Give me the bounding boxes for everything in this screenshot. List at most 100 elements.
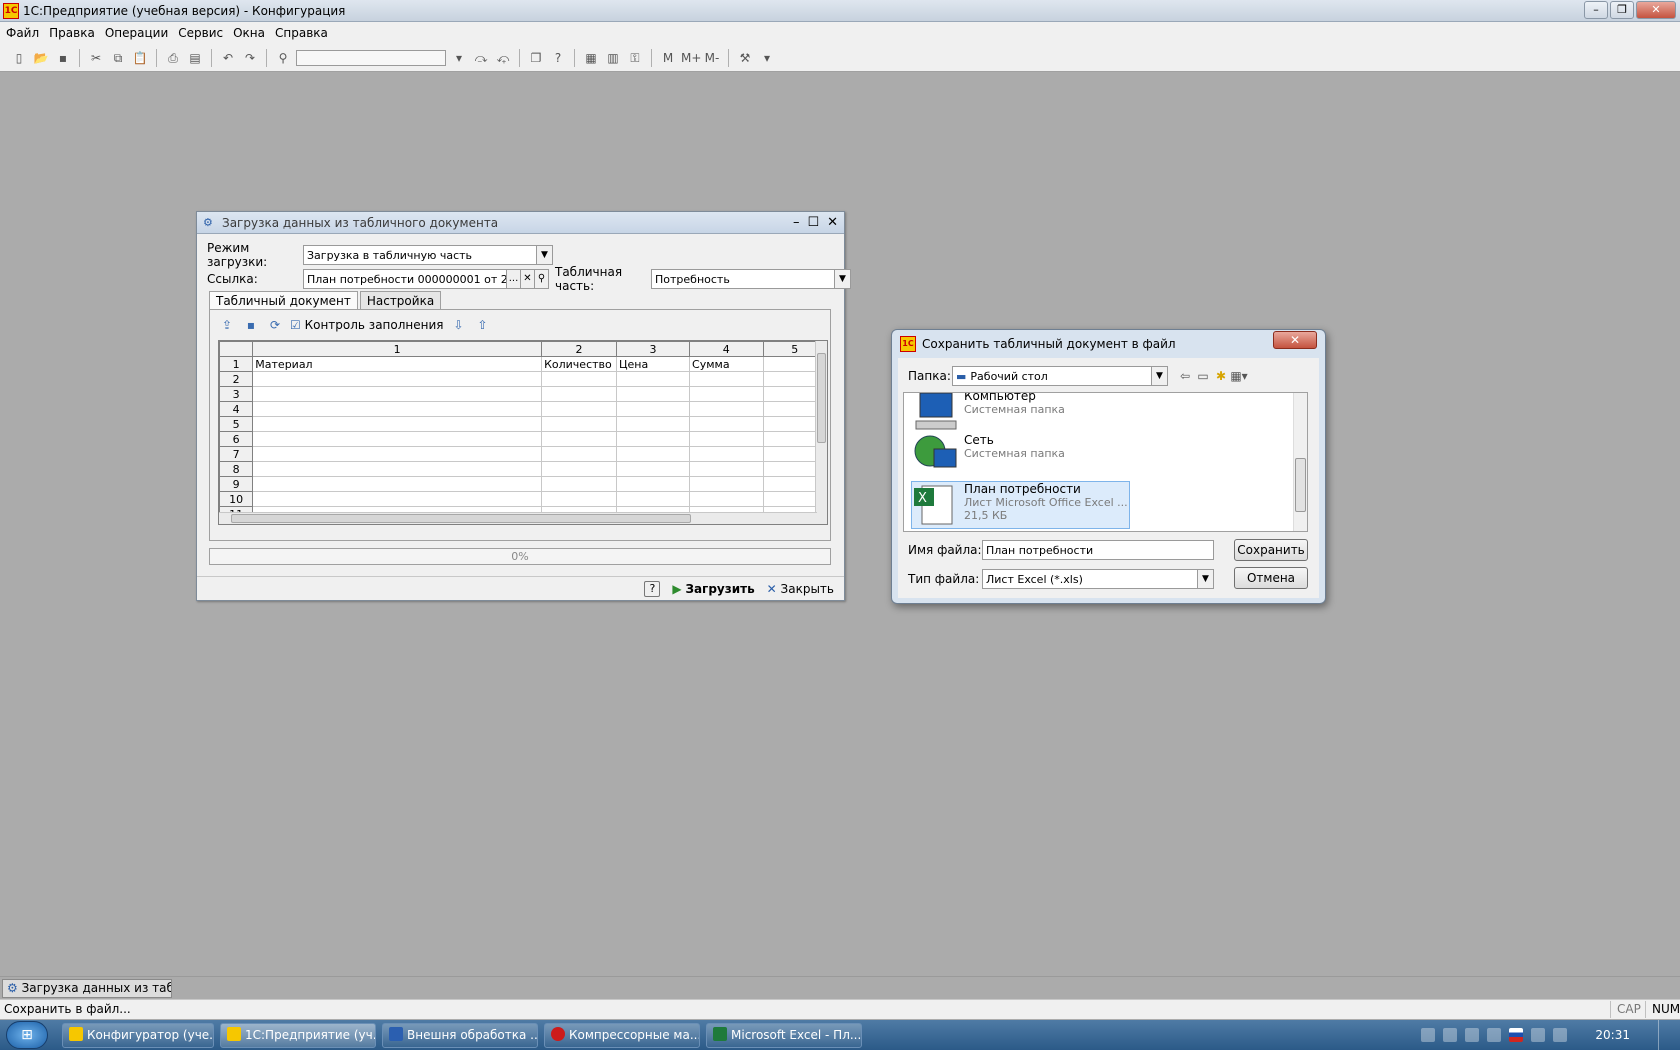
- save-button[interactable]: Сохранить: [1234, 539, 1308, 561]
- task-opera[interactable]: Компрессорные ма...: [544, 1023, 700, 1048]
- key-icon[interactable]: ⚿: [626, 49, 644, 67]
- table-cell[interactable]: Количество: [541, 356, 617, 372]
- tab-settings[interactable]: Настройка: [359, 291, 442, 310]
- save-icon[interactable]: ▪: [242, 316, 260, 334]
- table-cell[interactable]: Цена: [615, 356, 691, 372]
- new-folder-icon[interactable]: ✱: [1212, 367, 1230, 385]
- calculator-icon[interactable]: ▦: [582, 49, 600, 67]
- table-cell[interactable]: [615, 461, 691, 477]
- preview-icon[interactable]: ▤: [186, 49, 204, 67]
- row-header[interactable]: 6: [219, 431, 254, 447]
- table-cell[interactable]: Материал: [252, 356, 543, 372]
- table-cell[interactable]: [252, 431, 543, 447]
- fill-control-button[interactable]: ☑ Контроль заполнения: [290, 318, 444, 332]
- menu-service[interactable]: Сервис: [178, 26, 223, 40]
- restore-icon[interactable]: ❐: [1610, 1, 1634, 19]
- open-file-icon[interactable]: ⇪: [218, 316, 236, 334]
- new-icon[interactable]: ▯: [10, 49, 28, 67]
- tray-app-icon[interactable]: [1465, 1028, 1480, 1042]
- vertical-scrollbar[interactable]: [1293, 393, 1307, 531]
- cut-icon[interactable]: ✂: [87, 49, 105, 67]
- row-header[interactable]: 2: [219, 371, 254, 387]
- up-folder-icon[interactable]: ▭: [1194, 367, 1212, 385]
- tools-icon[interactable]: ⚒: [736, 49, 754, 67]
- table-cell[interactable]: [252, 476, 543, 492]
- table-cell[interactable]: [541, 461, 617, 477]
- table-cell[interactable]: [541, 491, 617, 507]
- task-word[interactable]: Внешня обработка ...: [382, 1023, 538, 1048]
- print-icon[interactable]: ⎙: [164, 49, 182, 67]
- table-cell[interactable]: [689, 461, 764, 477]
- table-cell[interactable]: [615, 401, 691, 417]
- chevron-down-icon[interactable]: ▼: [1198, 569, 1214, 589]
- spreadsheet-grid[interactable]: 1 2 3 4 5 1 Материал Количество Цена Сум…: [218, 340, 828, 525]
- close-icon[interactable]: ✕: [1636, 1, 1676, 19]
- clock[interactable]: 20:31: [1595, 1028, 1630, 1042]
- network-icon[interactable]: [1531, 1028, 1546, 1042]
- help-icon[interactable]: ?: [549, 49, 567, 67]
- link-select-button[interactable]: ...: [507, 269, 521, 289]
- table-cell[interactable]: [252, 371, 543, 387]
- open-icon[interactable]: 📂: [32, 49, 50, 67]
- chevron-down-icon[interactable]: ▼: [537, 245, 553, 265]
- show-desktop-button[interactable]: [1658, 1020, 1668, 1050]
- file-list[interactable]: Компьютер Системная папка Сеть Системная…: [903, 392, 1308, 532]
- back-icon[interactable]: ⇦: [1176, 367, 1194, 385]
- scroll-thumb[interactable]: [231, 514, 691, 523]
- view-menu-icon[interactable]: ▦▾: [1230, 367, 1248, 385]
- table-cell[interactable]: [252, 461, 543, 477]
- table-cell[interactable]: [689, 401, 764, 417]
- chevron-down-icon[interactable]: ▼: [1152, 366, 1168, 386]
- table-cell[interactable]: [615, 416, 691, 432]
- row-header[interactable]: 1: [219, 356, 254, 372]
- find-prev-icon[interactable]: ⤽: [494, 49, 512, 67]
- undo-icon[interactable]: ↶: [219, 49, 237, 67]
- row-header[interactable]: 8: [219, 461, 254, 477]
- link-field[interactable]: План потребности 000000001 от 26.03.2: [303, 269, 507, 289]
- tabpart-select[interactable]: Потребность: [651, 269, 835, 289]
- row-header[interactable]: 9: [219, 476, 254, 492]
- table-cell[interactable]: [541, 476, 617, 492]
- chevron-down-icon[interactable]: ▼: [835, 269, 851, 289]
- tray-app-icon[interactable]: [1443, 1028, 1458, 1042]
- row-header[interactable]: 4: [219, 401, 254, 417]
- task-excel[interactable]: Microsoft Excel - Пл...: [706, 1023, 862, 1048]
- close-icon[interactable]: ✕: [827, 215, 838, 230]
- row-header[interactable]: 3: [219, 386, 254, 402]
- memory-plus-button[interactable]: M+: [681, 49, 701, 67]
- tray-app-icon[interactable]: [1487, 1028, 1502, 1042]
- tab-spreadsheet[interactable]: Табличный документ: [209, 291, 358, 310]
- close-button[interactable]: ✕: [1273, 331, 1317, 349]
- table-cell[interactable]: [615, 431, 691, 447]
- window-list-item[interactable]: ⚙ Загрузка данных из таблич...: [2, 979, 172, 998]
- table-cell[interactable]: [689, 491, 764, 507]
- menu-help[interactable]: Справка: [275, 26, 328, 40]
- column-header[interactable]: 4: [689, 341, 764, 357]
- link-clear-button[interactable]: ✕: [521, 269, 535, 289]
- redo-icon[interactable]: ↷: [241, 49, 259, 67]
- table-cell[interactable]: [615, 476, 691, 492]
- table-cell[interactable]: [541, 416, 617, 432]
- find-next-icon[interactable]: ⤼: [472, 49, 490, 67]
- language-flag-icon[interactable]: [1509, 1028, 1524, 1042]
- search-icon[interactable]: ⚲: [535, 269, 549, 289]
- table-cell[interactable]: [615, 386, 691, 402]
- start-button[interactable]: ⊞: [6, 1021, 48, 1049]
- list-item[interactable]: Компьютер Системная папка: [912, 393, 1065, 433]
- scroll-thumb[interactable]: [1295, 458, 1306, 512]
- table-cell[interactable]: [689, 371, 764, 387]
- minimize-icon[interactable]: –: [1584, 1, 1608, 19]
- table-cell[interactable]: [541, 371, 617, 387]
- maximize-icon[interactable]: ☐: [807, 215, 819, 230]
- tray-app-icon[interactable]: [1421, 1028, 1436, 1042]
- windows-icon[interactable]: ❐: [527, 49, 545, 67]
- list-item-selected[interactable]: X План потребности Лист Microsoft Office…: [911, 481, 1130, 529]
- menu-edit[interactable]: Правка: [49, 26, 95, 40]
- cancel-button[interactable]: Отмена: [1234, 567, 1308, 589]
- table-cell[interactable]: [689, 416, 764, 432]
- task-enterprise[interactable]: 1С:Предприятие (уч...: [220, 1023, 376, 1048]
- help-button[interactable]: ?: [644, 580, 661, 597]
- table-cell[interactable]: [689, 431, 764, 447]
- filetype-select[interactable]: Лист Excel (*.xls): [982, 569, 1198, 589]
- calendar-icon[interactable]: ▥: [604, 49, 622, 67]
